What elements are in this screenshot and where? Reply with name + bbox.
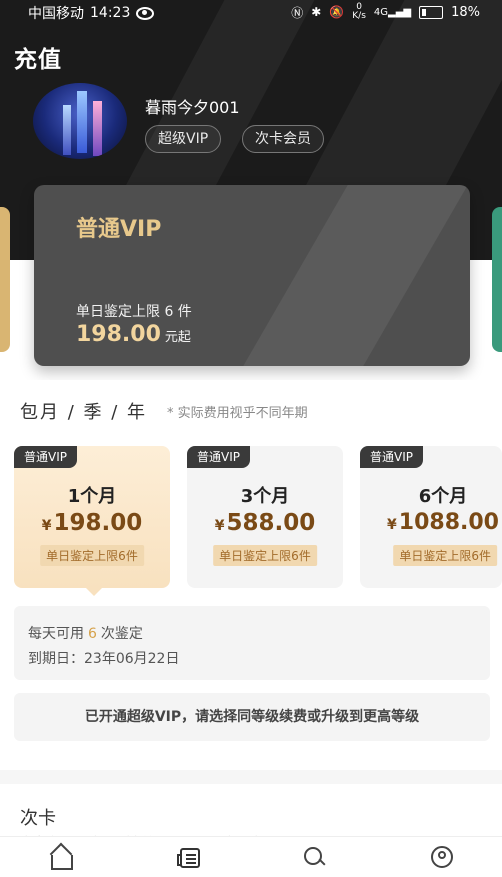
plan-option-1-month[interactable]: 普通VIP 1个月 ¥198.00 单日鉴定上限6件 xyxy=(14,446,170,596)
bottom-tab-bar xyxy=(0,836,502,877)
recharge-list-icon[interactable] xyxy=(177,848,200,868)
plan-limit: 单日鉴定上限6件 xyxy=(213,545,317,566)
nfc-icon: Ⓝ xyxy=(291,5,304,20)
plan-duration: 3个月 xyxy=(240,486,290,507)
status-bar: 中国移动 14:23 Ⓝ ✱ 🔕 0 K/s 4G▂▄▆ 18% xyxy=(0,0,502,24)
badge-count-card-member: 次卡会员 xyxy=(242,125,324,153)
mute-icon: 🔕 xyxy=(329,5,345,19)
search-icon[interactable] xyxy=(302,846,328,870)
daily-quota-count: 6 xyxy=(88,626,97,642)
vip-tier-name: 普通VIP xyxy=(76,217,162,242)
count-card-title: 次卡 xyxy=(20,808,56,829)
expiry-date: 到期日：23年06月22日 xyxy=(28,651,180,667)
profile-icon[interactable] xyxy=(430,846,456,870)
plan-option-6-months[interactable]: 普通VIP 6个月 ¥1088.00 单日鉴定上限6件 xyxy=(360,446,502,588)
username: 暮雨今夕001 xyxy=(145,98,240,117)
badge-super-vip: 超级VIP xyxy=(145,125,222,153)
plan-tag: 普通VIP xyxy=(360,446,423,468)
plan-duration: 6个月 xyxy=(418,486,468,507)
plan-price: ¥588.00 xyxy=(214,510,316,536)
network-speed: 0 K/s xyxy=(352,2,366,21)
vip-daily-limit: 单日鉴定上限 6 件 xyxy=(76,304,192,320)
carousel-next-card[interactable] xyxy=(492,207,502,352)
plan-duration: 1个月 xyxy=(67,486,117,507)
plan-tag: 普通VIP xyxy=(14,446,77,468)
count-card-section: 次卡 次卡会员无时间限制,单日无上限,用完即止 xyxy=(0,784,502,844)
upgrade-notice: 已开通超级VIP，请选择同等级续费或升级到更高等级 xyxy=(14,693,490,741)
carousel-prev-card[interactable] xyxy=(0,207,10,352)
signal-icon: 4G▂▄▆ xyxy=(373,6,412,18)
plan-limit: 单日鉴定上限6件 xyxy=(40,545,144,566)
quota-info: 每天可用 6 次鉴定 到期日：23年06月22日 xyxy=(14,606,490,680)
clock: 14:23 xyxy=(90,5,131,21)
daily-quota-text: 每天可用 6 次鉴定 xyxy=(28,626,143,642)
plan-option-3-months[interactable]: 普通VIP 3个月 ¥588.00 单日鉴定上限6件 xyxy=(187,446,343,588)
home-icon[interactable] xyxy=(48,846,74,870)
plan-price: ¥198.00 xyxy=(41,510,143,536)
plan-limit: 单日鉴定上限6件 xyxy=(393,545,498,566)
carrier-label: 中国移动 xyxy=(28,6,84,22)
vip-start-price: 198.00 元起 xyxy=(76,322,191,347)
vip-tier-card[interactable]: 普通VIP 单日鉴定上限 6 件 198.00 元起 xyxy=(34,185,470,366)
page-title: 充值 xyxy=(14,47,62,73)
plan-tag: 普通VIP xyxy=(187,446,250,468)
plan-price: ¥1088.00 xyxy=(387,510,499,535)
avatar[interactable] xyxy=(33,83,127,159)
bluetooth-icon: ✱ xyxy=(311,5,322,19)
battery-icon xyxy=(419,5,444,19)
period-heading: 包月 / 季 / 年 xyxy=(20,402,148,423)
period-note: * 实际费用视乎不同年期 xyxy=(167,406,308,421)
eye-icon xyxy=(136,6,155,20)
battery-percent: 18% xyxy=(451,4,480,20)
